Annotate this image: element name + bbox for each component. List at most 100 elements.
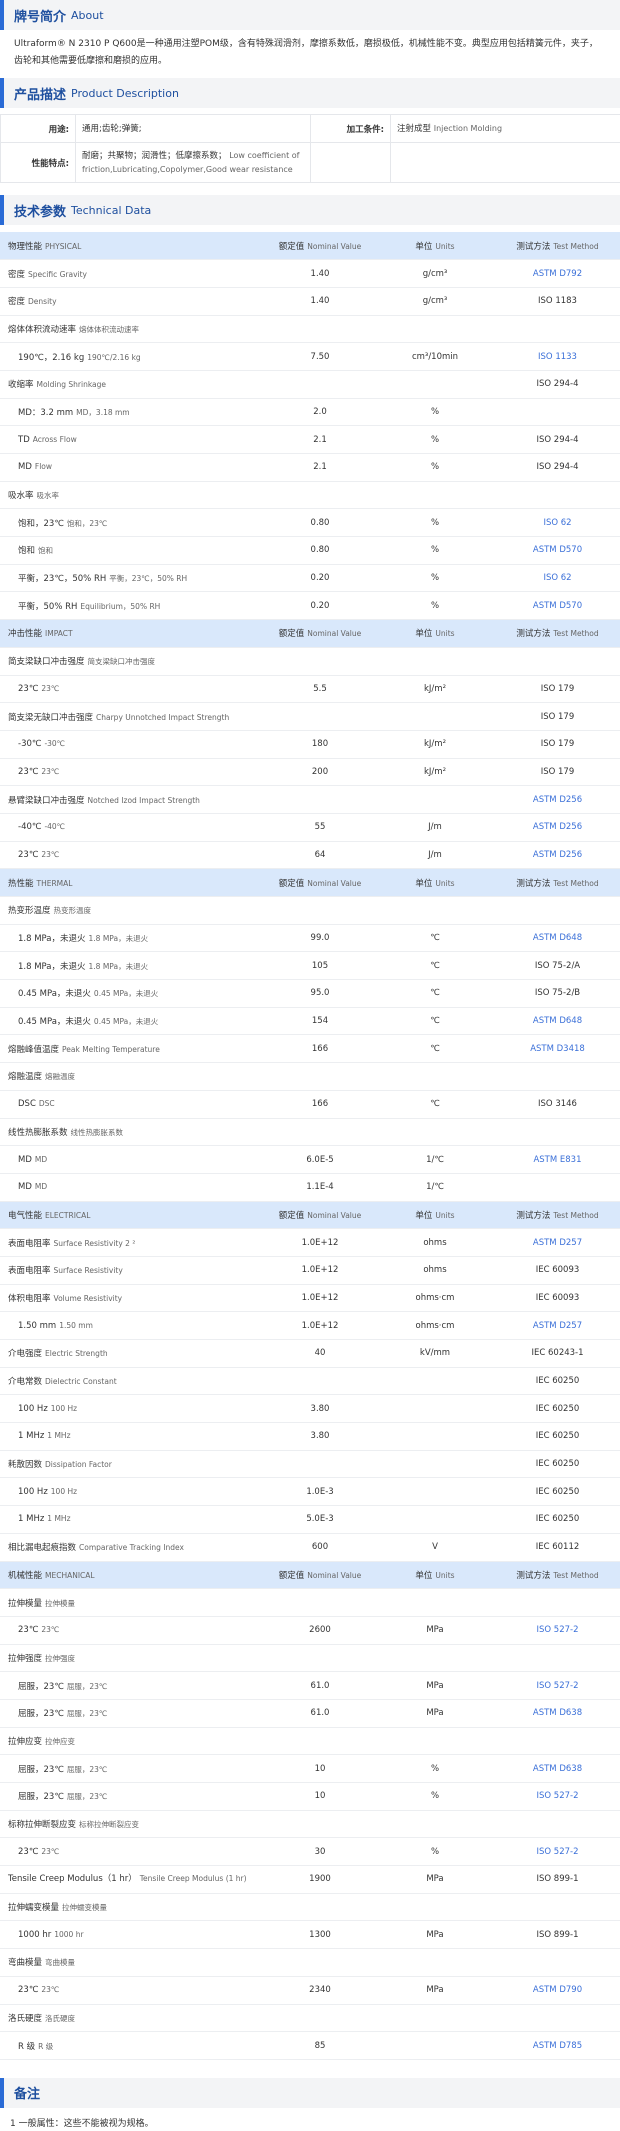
property-name: 介电强度 — [8, 1349, 43, 1360]
unit-cell: % — [375, 536, 495, 565]
test-method-link[interactable]: ASTM D638 — [533, 1708, 582, 1718]
property-cell: 收缩率 Molding Shrinkage — [0, 370, 265, 399]
table-row: 190℃，2.16 kg 190℃/2.16 kg 7.50 cm³/10min ISO… — [0, 342, 620, 371]
property-cell: 熔体体积流动速率 熔体体积流动速率 — [0, 315, 265, 344]
test-method-link[interactable]: ISO 62 — [543, 573, 571, 583]
value-cell: 40 — [265, 1339, 375, 1368]
unit-text: J/m — [428, 822, 442, 833]
value-text: 0.20 — [310, 600, 330, 611]
property-cell: 屈服，23℃ 屈服，23℃ — [0, 1699, 265, 1728]
test-method-link[interactable]: ASTM D785 — [533, 2041, 582, 2051]
tech-title-en: Technical Data — [71, 203, 152, 217]
test-method-link[interactable]: ASTM D570 — [533, 545, 582, 555]
test-method-link[interactable]: ISO 527-2 — [537, 1847, 579, 1857]
method-header-text: 测试方法 — [516, 878, 551, 889]
method-cell: ISO 179 — [495, 730, 620, 759]
property-cell: R 级R 级 — [0, 2031, 265, 2060]
unit-text: g/cm³ — [422, 296, 448, 307]
property-name-en: 洛氏硬度 — [45, 2013, 76, 2023]
unit-text: g/cm³ — [422, 268, 448, 279]
unit-header-en: Units — [435, 241, 455, 251]
value-header: 额定值 Nominal Value — [265, 868, 375, 897]
unit-text: 单位 — [415, 1210, 433, 1221]
unit-text: % — [430, 517, 440, 528]
test-method-link[interactable]: ASTM D256 — [533, 850, 582, 860]
property-cell: 表面电阻率 Surface Resistivity 2 ² — [0, 1228, 265, 1257]
property-cell: -30℃ -30℃ — [0, 730, 265, 759]
test-method-link[interactable]: ASTM D256 — [533, 795, 582, 805]
value-cell — [265, 1062, 375, 1091]
unit-cell: % — [375, 398, 495, 427]
value-header-en: Nominal Value — [307, 241, 362, 251]
value-text: 0.80 — [310, 517, 330, 528]
property-name: TD — [18, 434, 30, 445]
table-row: 吸水率 吸水率 — [0, 481, 620, 510]
unit-cell — [375, 1450, 495, 1479]
test-method-link[interactable]: ASTM E831 — [533, 1155, 581, 1165]
test-method-text: IEC 60250 — [535, 1431, 580, 1442]
test-method-link[interactable]: ISO 62 — [543, 518, 571, 528]
method-cell: ISO 899-1 — [495, 1865, 620, 1894]
test-method-link[interactable]: ASTM D3418 — [530, 1044, 585, 1054]
value-cell: 2.1 — [265, 425, 375, 454]
unit-text: MPa — [426, 1874, 444, 1885]
value-cell: 0.80 — [265, 536, 375, 565]
test-method-link[interactable]: ASTM D790 — [533, 1985, 582, 1995]
unit-text: kJ/m² — [424, 766, 446, 777]
test-method-link[interactable]: ASTM D257 — [533, 1321, 582, 1331]
value-text: 额定值 — [278, 241, 305, 252]
property-name-en: 简支梁缺口冲击强度 — [87, 657, 156, 667]
tech-table: 物理性能 PHYSICAL 额定值 Nominal Value 单位 Units 测试方法 T… — [0, 232, 620, 2060]
property-name: 0.45 MPa，未退火 — [18, 989, 91, 1000]
method-cell: ISO 527-2 — [495, 1782, 620, 1811]
table-row: 拉伸强度 拉伸强度 — [0, 1644, 620, 1673]
method-cell: IEC 60112 — [495, 1533, 620, 1562]
unit-text: MPa — [426, 1625, 444, 1636]
property-cell: 屈服，23℃ 屈服，23℃ — [0, 1671, 265, 1700]
property-name-en: 饱和 — [38, 546, 54, 556]
test-method-link[interactable]: ISO 527-2 — [537, 1791, 579, 1801]
property-name-en: 1000 hr — [54, 1929, 84, 1939]
property-name: 23℃ — [18, 1625, 39, 1636]
test-method-link[interactable]: ASTM D570 — [533, 601, 582, 611]
property-name: Tensile Creep Modulus（1 hr） — [8, 1874, 137, 1885]
category-row: 机械性能 MECHANICAL 额定值 Nominal Value 单位 Units 测试方… — [0, 1561, 620, 1590]
property-cell: 1.8 MPa，未退火 1.8 MPa，未退火 — [0, 951, 265, 981]
table-row: 23℃ 23℃ 30% ISO 527-2 — [0, 1837, 620, 1867]
property-name-en: 1 MHz — [47, 1431, 71, 1441]
value-cell: 166 — [265, 1090, 375, 1119]
test-method-link[interactable]: ISO 527-2 — [537, 1625, 579, 1635]
property-cell: 1000 hr 1000 hr — [0, 1920, 265, 1950]
value-cell: 61.0 — [265, 1699, 375, 1728]
property-cell: 拉伸强度 拉伸强度 — [0, 1644, 265, 1673]
property-name-en: Charpy Unnotched Impact Strength — [96, 712, 230, 722]
table-row: 体积电阻率 Volume Resistivity 1.0E+12 ohms·cm IEC… — [0, 1284, 620, 1313]
value-cell: 10 — [265, 1782, 375, 1811]
method-cell: IEC 60250 — [495, 1422, 620, 1451]
method-cell: ISO 3146 — [495, 1090, 620, 1119]
value-cell: 180 — [265, 730, 375, 759]
unit-cell: kJ/m² — [375, 758, 495, 787]
unit-cell: MPa — [375, 1671, 495, 1700]
test-method-link[interactable]: ISO 527-2 — [537, 1681, 579, 1691]
property-cell: 平衡，23℃，50% RH 平衡，23℃，50% RH — [0, 564, 265, 593]
description-title-en: Product Description — [71, 86, 179, 100]
property-cell: 简支梁无缺口冲击强度 Charpy Unnotched Impact Streng… — [0, 702, 265, 731]
test-method-link[interactable]: ASTM D257 — [533, 1238, 582, 1248]
unit-cell: % — [375, 425, 495, 454]
test-method-link[interactable]: ISO 1133 — [538, 352, 577, 362]
value-header: 额定值 Nominal Value — [265, 232, 375, 261]
property-name: 100 Hz — [18, 1403, 48, 1414]
test-method-link[interactable]: ASTM D648 — [533, 1016, 582, 1026]
unit-cell — [375, 315, 495, 344]
property-cell: 屈服，23℃ 屈服，23℃ — [0, 1754, 265, 1783]
unit-cell — [375, 2004, 495, 2033]
unit-cell — [375, 1893, 495, 1922]
test-method-link[interactable]: ASTM D792 — [533, 269, 582, 279]
table-row: MD：3.2 mm MD，3.18 mm 2.0% — [0, 398, 620, 427]
test-method-link[interactable]: ASTM D256 — [533, 822, 582, 832]
value-header: 额定值 Nominal Value — [265, 1201, 375, 1230]
test-method-text: ISO 294-4 — [536, 379, 579, 390]
test-method-link[interactable]: ASTM D648 — [533, 933, 582, 943]
test-method-link[interactable]: ASTM D638 — [533, 1764, 582, 1774]
